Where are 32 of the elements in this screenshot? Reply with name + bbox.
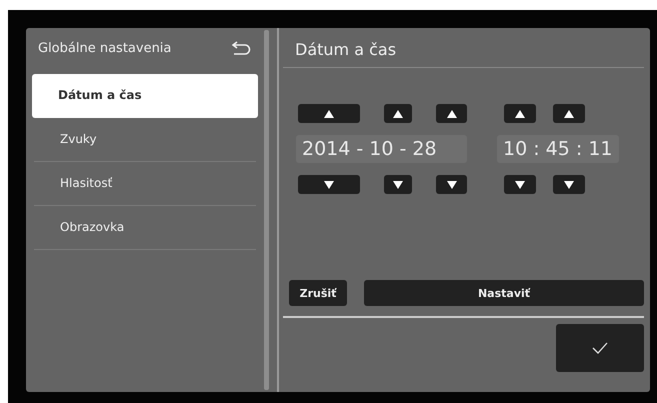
time-field[interactable]: 10 : 45 : 11 <box>497 135 618 163</box>
back-icon[interactable] <box>232 41 252 55</box>
up-triangle-icon <box>324 110 334 118</box>
sidebar-item[interactable]: Obrazovka <box>34 206 256 250</box>
down-triangle-icon <box>564 180 574 188</box>
increment-button[interactable] <box>504 104 536 123</box>
up-triangle-icon <box>393 110 403 118</box>
checkmark-icon <box>592 342 608 354</box>
increment-button[interactable] <box>298 104 360 123</box>
decrement-button[interactable] <box>553 175 585 194</box>
increment-button[interactable] <box>436 104 467 123</box>
decrement-button[interactable] <box>504 175 536 194</box>
down-triangle-icon <box>324 180 334 188</box>
increment-button[interactable] <box>553 104 585 123</box>
decrement-button[interactable] <box>384 175 412 194</box>
down-triangle-icon <box>515 180 525 188</box>
down-triangle-icon <box>393 180 403 188</box>
up-triangle-icon <box>564 110 574 118</box>
set-button[interactable]: Nastaviť <box>364 280 644 306</box>
up-triangle-icon <box>446 110 456 118</box>
panel-title: Dátum a čas <box>283 38 644 68</box>
up-triangle-icon <box>515 110 525 118</box>
down-triangle-icon <box>446 180 456 188</box>
date-field[interactable]: 2014 - 10 - 28 <box>296 135 467 163</box>
sidebar-title: Globálne nastavenia <box>38 40 172 56</box>
sidebar-item[interactable]: Zvuky <box>34 118 256 162</box>
sidebar-item[interactable]: Dátum a čas <box>32 74 258 118</box>
sidebar-item[interactable]: Hlasitosť <box>34 162 256 206</box>
increment-button[interactable] <box>384 104 412 123</box>
decrement-button[interactable] <box>436 175 467 194</box>
cancel-button[interactable]: Zrušiť <box>289 280 347 306</box>
decrement-button[interactable] <box>298 175 360 194</box>
